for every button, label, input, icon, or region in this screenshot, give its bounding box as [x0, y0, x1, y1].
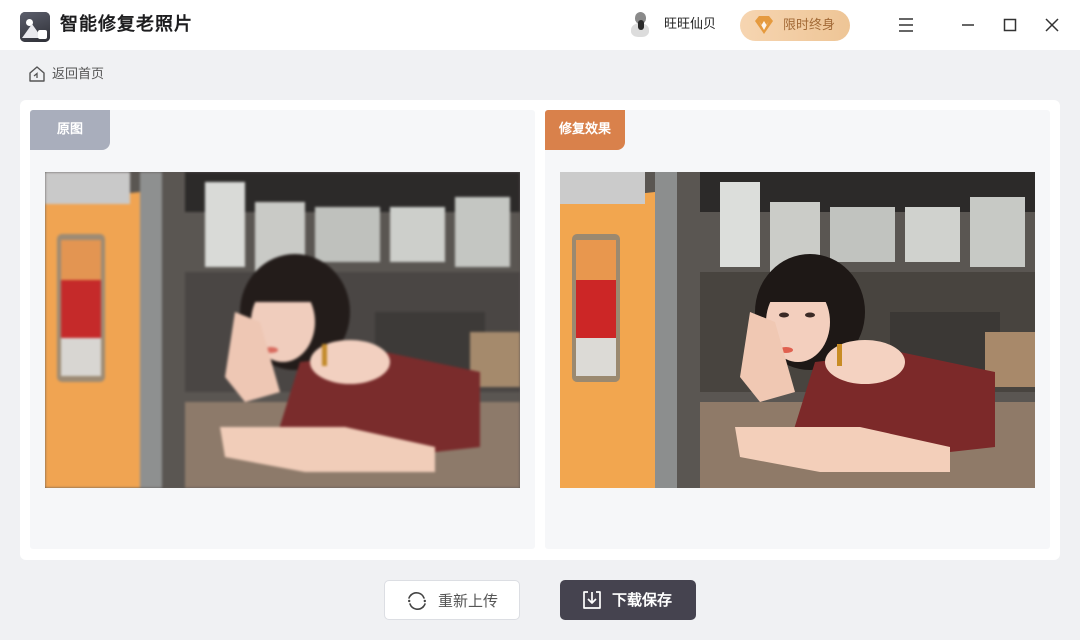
title-bar: 智能修复老照片 旺旺仙贝 限时终身 [0, 0, 1080, 50]
comparison-card: 原图 修复效果 [20, 100, 1060, 560]
refresh-icon [408, 592, 426, 610]
download-button[interactable]: 下载保存 [560, 580, 696, 620]
home-icon [29, 66, 45, 82]
reupload-label: 重新上传 [438, 592, 499, 610]
back-home-label: 返回首页 [52, 67, 105, 82]
reupload-button[interactable]: 重新上传 [384, 580, 520, 620]
restored-photo [560, 172, 1035, 488]
close-icon[interactable] [1037, 10, 1067, 40]
original-photo [45, 172, 520, 488]
minimize-icon[interactable] [953, 10, 983, 40]
download-label: 下载保存 [612, 591, 673, 609]
maximize-icon[interactable] [995, 10, 1025, 40]
original-panel: 原图 [30, 110, 535, 549]
photo-repair-logo-icon [20, 12, 50, 42]
vip-button[interactable]: 限时终身 [740, 10, 850, 41]
restored-panel: 修复效果 [545, 110, 1050, 549]
user-name[interactable]: 旺旺仙贝 [664, 16, 716, 34]
restored-tag: 修复效果 [545, 110, 625, 150]
app-title: 智能修复老照片 [60, 14, 193, 35]
vip-diamond-icon [755, 16, 773, 34]
user-avatar-icon[interactable] [628, 12, 652, 38]
download-icon [583, 591, 601, 609]
vip-label: 限时终身 [783, 18, 836, 33]
hamburger-menu-icon[interactable] [891, 10, 921, 40]
original-tag: 原图 [30, 110, 110, 150]
